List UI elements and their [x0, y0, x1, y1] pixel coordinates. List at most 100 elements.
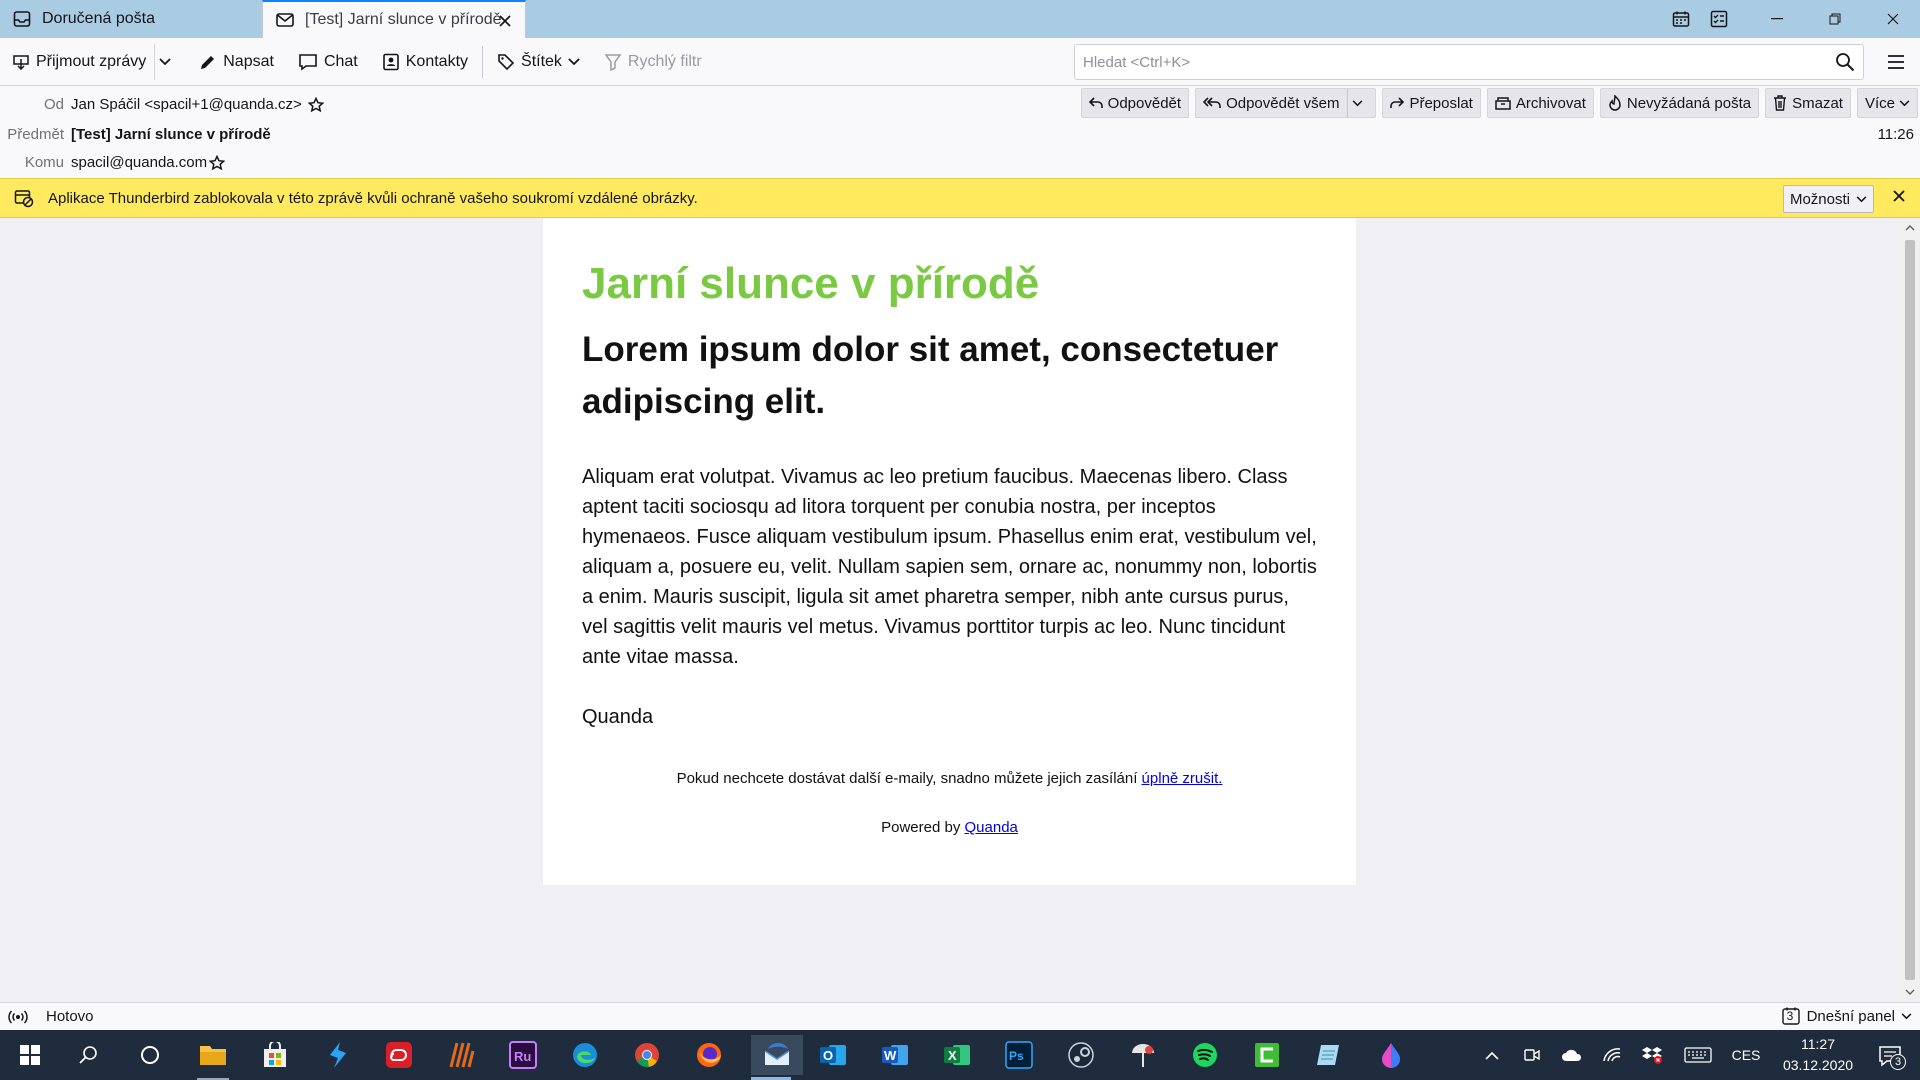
reply-label: Odpovědět — [1107, 94, 1182, 112]
to-value[interactable]: spacil@quanda.com — [71, 154, 207, 171]
star-icon[interactable] — [307, 96, 324, 113]
envelope-icon — [275, 10, 295, 30]
search-input[interactable] — [1083, 53, 1835, 71]
get-messages-dropdown[interactable] — [154, 43, 181, 80]
svg-text:X: X — [948, 1048, 957, 1063]
forward-button[interactable]: Přeposlat — [1382, 88, 1481, 118]
close-icon[interactable] — [1892, 189, 1906, 203]
message-header: Od Jan Spáčil <spacil+1@quanda.cz> Předm… — [0, 86, 1920, 178]
search-icon[interactable] — [69, 1035, 109, 1075]
taskbar-clock[interactable]: 11:27 03.12.2020 — [1778, 1034, 1858, 1076]
word-icon[interactable]: W — [875, 1035, 915, 1075]
toolbar-separator — [482, 45, 484, 78]
chat-label: Chat — [323, 52, 358, 70]
minimize-button[interactable] — [1754, 0, 1800, 38]
forward-label: Přeposlat — [1409, 94, 1473, 112]
status-bar: Hotovo 3 Dnešní panel — [0, 1002, 1920, 1030]
chat-icon — [299, 53, 317, 71]
color-drop-icon[interactable] — [1371, 1035, 1411, 1075]
reply-all-icon — [1203, 97, 1221, 108]
powered-link[interactable]: Quanda — [965, 819, 1018, 836]
options-button[interactable]: Možnosti — [1782, 185, 1874, 213]
vertical-scrollbar[interactable] — [1900, 218, 1920, 1002]
photoshop-icon[interactable]: Ps — [999, 1035, 1039, 1075]
tab-inbox[interactable]: Doručená pošta — [0, 0, 262, 38]
scroll-down-icon[interactable] — [1904, 986, 1916, 998]
today-panel-button[interactable]: 3 Dnešní panel — [1781, 1006, 1912, 1026]
vscode-icon[interactable] — [318, 1035, 358, 1075]
more-button[interactable]: Více — [1856, 88, 1918, 118]
app-menu-icon[interactable] — [1884, 50, 1908, 74]
wifi-icon[interactable] — [1600, 1030, 1624, 1080]
reply-all-button[interactable]: Odpovědět všem — [1195, 88, 1377, 118]
from-value[interactable]: Jan Spáčil <spacil+1@quanda.cz> — [71, 96, 302, 113]
windows-start-icon[interactable] — [10, 1035, 50, 1075]
contacts-button[interactable]: Kontakty — [374, 44, 476, 80]
today-day: 3 — [1786, 1009, 1794, 1023]
store-icon[interactable] — [255, 1035, 295, 1075]
creative-cloud-icon[interactable] — [379, 1035, 419, 1075]
keyboard-icon[interactable] — [1680, 1030, 1716, 1080]
onedrive-icon[interactable] — [1560, 1030, 1584, 1080]
email-title: Jarní slunce v přírodě — [582, 259, 1040, 308]
language-indicator[interactable]: CES — [1726, 1030, 1766, 1080]
notes-icon[interactable] — [1309, 1035, 1349, 1075]
quick-filter-button[interactable]: Rychlý filtr — [596, 44, 710, 80]
thunderbird-icon[interactable] — [751, 1035, 803, 1080]
star-icon[interactable] — [209, 154, 226, 171]
steam-icon[interactable] — [1061, 1035, 1101, 1075]
scrollbar-thumb[interactable] — [1905, 240, 1915, 980]
edge-icon[interactable] — [565, 1035, 605, 1075]
excel-icon[interactable]: X — [937, 1035, 977, 1075]
spotify-icon[interactable] — [1185, 1035, 1225, 1075]
notification-center-icon[interactable]: 3 — [1874, 1040, 1906, 1072]
get-messages-button[interactable]: Přijmout zprávy — [4, 44, 154, 80]
reply-icon — [1088, 97, 1103, 108]
meeting-icon[interactable] — [1520, 1030, 1544, 1080]
chrome-icon[interactable] — [627, 1035, 667, 1075]
chevron-down-icon — [1899, 99, 1910, 106]
app-icon[interactable] — [1123, 1035, 1163, 1075]
write-label: Napsat — [223, 52, 274, 70]
camtasia-icon[interactable] — [1247, 1035, 1287, 1075]
pencil-icon — [201, 55, 215, 69]
email-paragraph: Aliquam erat volutpat. Vivamus ac leo pr… — [582, 466, 1317, 668]
reply-all-label: Odpovědět všem — [1226, 94, 1340, 112]
close-window-button[interactable] — [1870, 0, 1916, 38]
cortana-icon[interactable] — [130, 1035, 170, 1075]
search-icon[interactable] — [1835, 52, 1855, 72]
file-explorer-icon[interactable] — [193, 1035, 233, 1080]
chevron-down-icon — [1901, 1012, 1912, 1019]
message-time: 11:26 — [1877, 126, 1914, 143]
notification-count: 3 — [1890, 1054, 1906, 1070]
online-status-icon[interactable] — [8, 1009, 28, 1025]
inbox-icon — [12, 9, 32, 29]
dropbox-icon[interactable] — [1640, 1030, 1664, 1080]
tasks-icon[interactable] — [1696, 0, 1742, 38]
chevron-down-icon[interactable] — [1347, 89, 1368, 117]
chat-button[interactable]: Chat — [290, 44, 366, 80]
firefox-icon[interactable] — [689, 1035, 729, 1075]
subject-row: Předmět [Test] Jarní slunce v přírodě — [0, 126, 271, 143]
junk-button[interactable]: Nevyžádaná pošta — [1599, 88, 1760, 118]
to-row: Komu spacil@quanda.com — [0, 154, 226, 171]
outlook-icon[interactable]: O — [813, 1035, 853, 1075]
unsubscribe-link[interactable]: úplně zrušit. — [1142, 770, 1223, 787]
reply-button[interactable]: Odpovědět — [1080, 88, 1190, 118]
write-button[interactable]: Napsat — [191, 44, 282, 80]
delete-button[interactable]: Smazat — [1765, 88, 1851, 118]
restore-button[interactable] — [1812, 0, 1858, 38]
adobe-rush-icon[interactable]: Ru — [503, 1035, 543, 1075]
tab-message[interactable]: [Test] Jarní slunce v přírodě — [262, 0, 526, 38]
message-actions: Odpovědět Odpovědět všem Přeposlat Archi… — [1075, 88, 1918, 118]
subject-value: [Test] Jarní slunce v přírodě — [71, 126, 271, 143]
svg-text:O: O — [823, 1048, 833, 1063]
tag-button[interactable]: Štítek — [489, 44, 588, 80]
tool-icon[interactable] — [441, 1035, 481, 1075]
search-box — [1074, 44, 1864, 80]
archive-button[interactable]: Archivovat — [1486, 88, 1594, 118]
chevron-up-icon[interactable] — [1480, 1030, 1504, 1080]
blocked-image-icon — [14, 188, 34, 208]
close-icon[interactable] — [495, 11, 515, 31]
scroll-up-icon[interactable] — [1904, 222, 1916, 234]
